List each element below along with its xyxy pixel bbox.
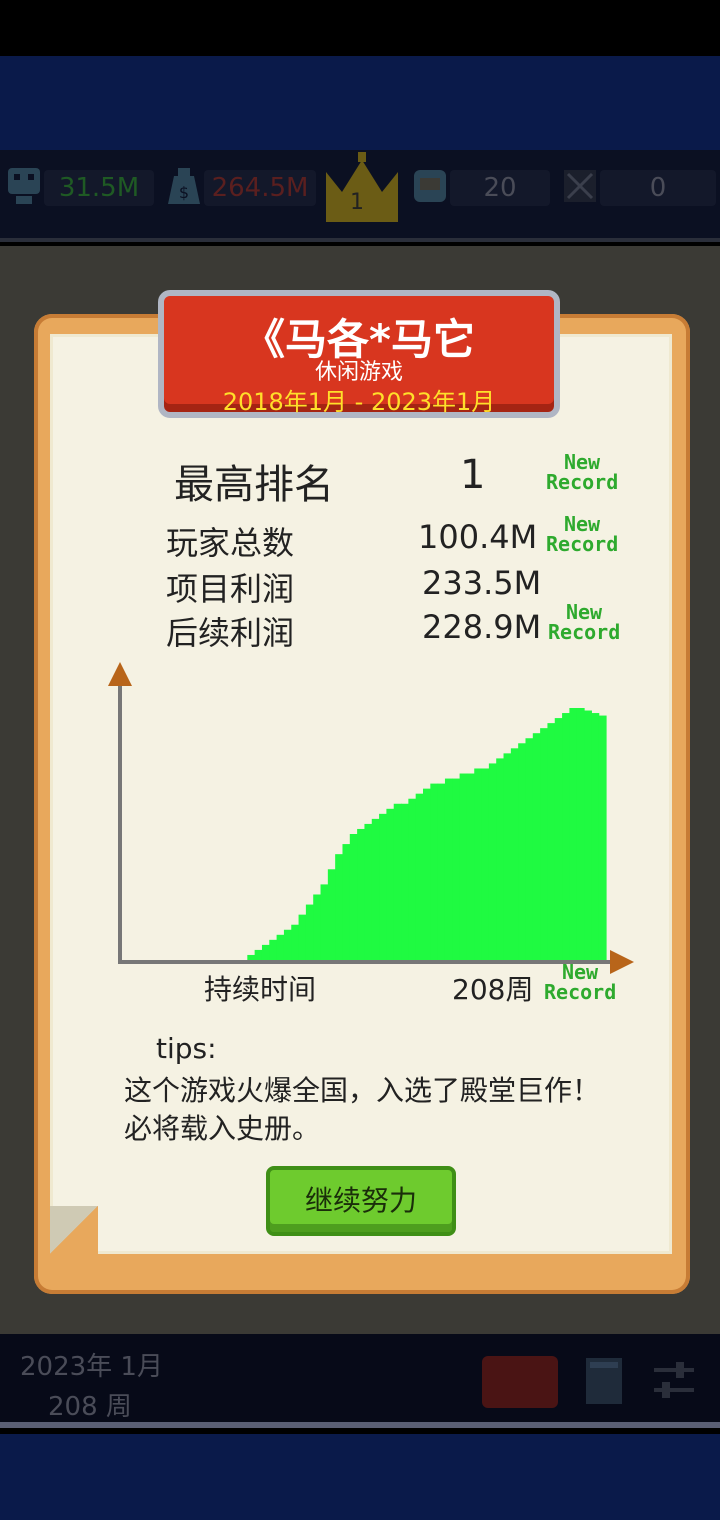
voucher-button[interactable] — [482, 1356, 558, 1408]
fans-value: 20 — [483, 173, 517, 203]
players-value: 31.5M — [58, 173, 140, 203]
chart-bar — [335, 854, 344, 960]
bottom-bar: 2023年 1月 208 周 — [0, 1334, 720, 1428]
sales-chart — [108, 662, 634, 974]
chart-bar — [474, 768, 483, 960]
title-banner: 《马各*马它 休闲游戏 2018年1月 - 2023年1月 — [158, 290, 560, 418]
chart-bar — [481, 768, 490, 960]
chart-bar — [437, 783, 446, 960]
continue-button[interactable]: 继续努力 — [266, 1166, 456, 1236]
follow-up-profit-value: 228.9M — [422, 608, 542, 646]
chart-bar — [554, 718, 563, 960]
chart-bar — [562, 713, 570, 960]
chart-bar — [313, 894, 322, 960]
follow-up-profit-label: 后续利润 — [166, 614, 295, 652]
chart-bar — [569, 708, 578, 960]
tips-label: tips: — [156, 1032, 217, 1065]
chart-bar — [254, 949, 263, 960]
player-icon — [8, 168, 40, 204]
project-profit-value: 233.5M — [422, 564, 542, 602]
chart-bar — [276, 934, 285, 960]
stats-bar: 31.5M $ 264.5M 1 20 0 — [0, 150, 720, 242]
new-record-badge: New Record — [544, 960, 617, 1004]
chart-bar — [540, 728, 549, 960]
chart-bar — [247, 954, 256, 960]
chart-bar — [525, 738, 534, 960]
chart-bar — [298, 914, 307, 960]
chart-bar — [364, 823, 373, 960]
players-stat: 31.5M — [44, 170, 154, 206]
chart-bar — [532, 733, 541, 960]
chart-bar — [576, 708, 585, 960]
bugs-stat: 0 — [600, 170, 716, 206]
status-bar — [0, 0, 720, 56]
chart-bar — [430, 783, 439, 960]
chart-bar — [518, 743, 527, 960]
bottom-banner-area — [0, 1434, 720, 1520]
chart-bar — [591, 713, 600, 960]
chart-x-value: 208周 — [452, 973, 534, 1006]
chart-bar — [401, 803, 409, 960]
bugs-value: 0 — [649, 173, 667, 203]
chart-bar — [598, 715, 607, 960]
highest-rank-label: 最高排名 — [174, 462, 334, 508]
chart-area-fill — [247, 708, 607, 960]
chart-bar — [342, 844, 351, 960]
current-date: 2023年 1月 — [20, 1352, 163, 1382]
highest-rank-value: 1 — [460, 452, 486, 498]
game-period: 2018年1月 - 2023年1月 — [222, 388, 496, 416]
chart-bar — [283, 929, 292, 960]
chart-bar — [423, 788, 431, 960]
chart-bar — [503, 753, 512, 960]
project-profit-label: 项目利润 — [166, 570, 295, 608]
chart-bar — [371, 818, 380, 960]
chart-bar — [415, 793, 424, 960]
chart-bar — [459, 773, 468, 960]
chart-bar — [261, 944, 270, 960]
chart-bar — [466, 773, 475, 960]
bug-icon — [564, 170, 596, 202]
chart-bar — [320, 884, 329, 960]
rank-value: 1 — [350, 190, 364, 215]
chart-bar — [305, 904, 314, 960]
top-banner-area — [0, 56, 720, 150]
current-week: 208 周 — [48, 1392, 132, 1422]
chart-bar — [547, 723, 556, 960]
chart-bar — [496, 758, 505, 960]
fan-face-icon — [414, 170, 446, 202]
new-record-badge: New Record — [548, 600, 621, 644]
chart-bar — [291, 924, 300, 960]
svg-text:$: $ — [179, 183, 189, 202]
new-record-badge: New Record — [546, 450, 619, 494]
money-stat: 264.5M — [204, 170, 316, 206]
book-icon[interactable] — [582, 1354, 626, 1408]
chart-bar — [327, 869, 336, 960]
chart-bar — [452, 778, 461, 960]
page-curl-decoration — [50, 1206, 98, 1254]
settings-sliders-icon[interactable] — [650, 1356, 698, 1406]
chart-bar — [444, 778, 453, 960]
chart-bar — [349, 834, 358, 960]
total-players-label: 玩家总数 — [166, 524, 295, 562]
chart-bar — [386, 808, 395, 960]
money-bag-icon: $ — [168, 168, 200, 204]
chart-x-label: 持续时间 — [204, 973, 317, 1006]
new-record-badge: New Record — [546, 512, 619, 556]
chart-bar — [393, 803, 402, 960]
chart-bar — [488, 763, 497, 960]
total-players-value: 100.4M — [418, 518, 538, 556]
chart-bar — [584, 710, 592, 960]
chart-bar — [357, 828, 366, 960]
chart-bar — [510, 748, 519, 960]
chart-bar — [379, 813, 387, 960]
tips-text: 这个游戏火爆全国，入选了殿堂巨作！必将载入史册。 — [124, 1074, 601, 1145]
fans-stat: 20 — [450, 170, 550, 206]
chart-bar — [408, 798, 417, 960]
y-axis-arrow-icon — [108, 662, 132, 686]
chart-bar — [269, 939, 278, 960]
money-value: 264.5M — [211, 173, 309, 203]
